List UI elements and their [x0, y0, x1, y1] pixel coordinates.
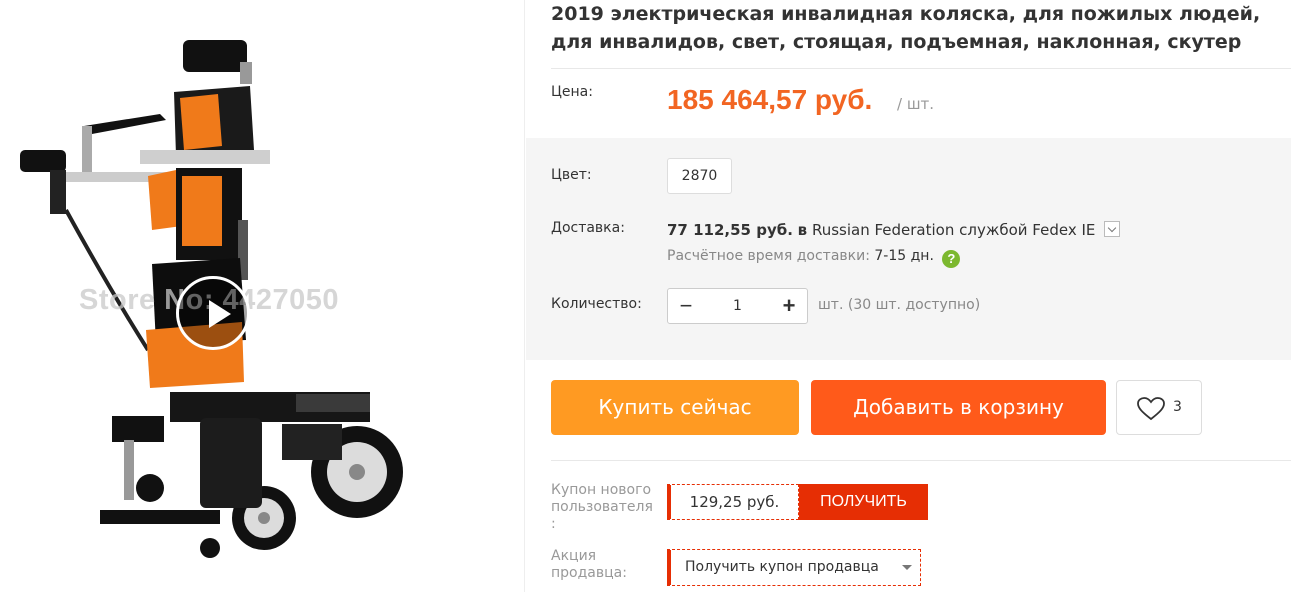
- price-label: Цена:: [551, 84, 593, 100]
- color-label: Цвет:: [551, 167, 592, 183]
- price-unit: / шт.: [897, 95, 935, 113]
- caret-down-icon: [902, 565, 912, 570]
- promo-label-line: продавца:: [551, 565, 627, 581]
- quantity-decrease-button[interactable]: −: [668, 289, 704, 323]
- delivery-estimate: Расчётное время доставки: 7-15 дн. ?: [667, 248, 961, 268]
- product-detail-panel: 2019 электрическая инвалидная коляска, д…: [526, 0, 1291, 592]
- divider: [551, 68, 1291, 69]
- shipping-cost: 77 112,55 руб.: [667, 221, 793, 239]
- coupon-label-line: пользователя: [551, 499, 653, 515]
- delivery-time-value: 7-15 дн.: [874, 248, 934, 264]
- quantity-increase-button[interactable]: +: [771, 289, 807, 323]
- help-icon[interactable]: ?: [942, 250, 961, 268]
- quantity-stepper: − 1 +: [667, 288, 808, 324]
- product-gallery: Store No: 4427050: [0, 0, 525, 592]
- chevron-down-icon[interactable]: [1104, 221, 1121, 237]
- add-to-cart-button[interactable]: Добавить в корзину: [811, 380, 1106, 435]
- shipping-service[interactable]: службой Fedex IE: [959, 221, 1095, 239]
- shipping-label: Доставка:: [551, 220, 625, 236]
- video-play-button[interactable]: [176, 276, 250, 350]
- quantity-label: Количество:: [551, 296, 642, 312]
- play-icon: [209, 300, 231, 328]
- heart-icon: [1137, 397, 1165, 421]
- seller-coupon-dropdown[interactable]: Получить купон продавца: [667, 549, 921, 586]
- delivery-time-label: Расчётное время доставки:: [667, 248, 870, 264]
- seller-promo-label: Акция продавца:: [551, 548, 666, 582]
- color-option[interactable]: 2870: [667, 158, 732, 194]
- coupon-amount: 129,25 руб.: [667, 484, 799, 520]
- wishlist-button[interactable]: 3: [1116, 380, 1202, 435]
- product-price: 185 464,57 руб.: [667, 84, 873, 115]
- new-user-coupon-label: Купон нового пользователя :: [551, 482, 666, 533]
- product-title: 2019 электрическая инвалидная коляска, д…: [551, 3, 1261, 53]
- promo-label-line: Акция: [551, 548, 597, 564]
- shipping-in: в: [797, 221, 808, 239]
- coupon-label-line: Купон нового: [551, 482, 652, 498]
- buy-now-button[interactable]: Купить сейчас: [551, 380, 799, 435]
- quantity-input[interactable]: 1: [704, 289, 771, 323]
- divider: [551, 460, 1291, 461]
- shipping-destination[interactable]: Russian Federation: [812, 221, 954, 239]
- seller-coupon-text: Получить купон продавца: [685, 559, 879, 575]
- wishlist-count: 3: [1173, 399, 1182, 415]
- get-coupon-button[interactable]: ПОЛУЧИТЬ: [799, 484, 928, 520]
- coupon-label-line: :: [551, 516, 556, 532]
- shipping-info: 77 112,55 руб. в Russian Federation служ…: [667, 221, 1121, 239]
- stock-available: шт. (30 шт. доступно): [818, 297, 981, 313]
